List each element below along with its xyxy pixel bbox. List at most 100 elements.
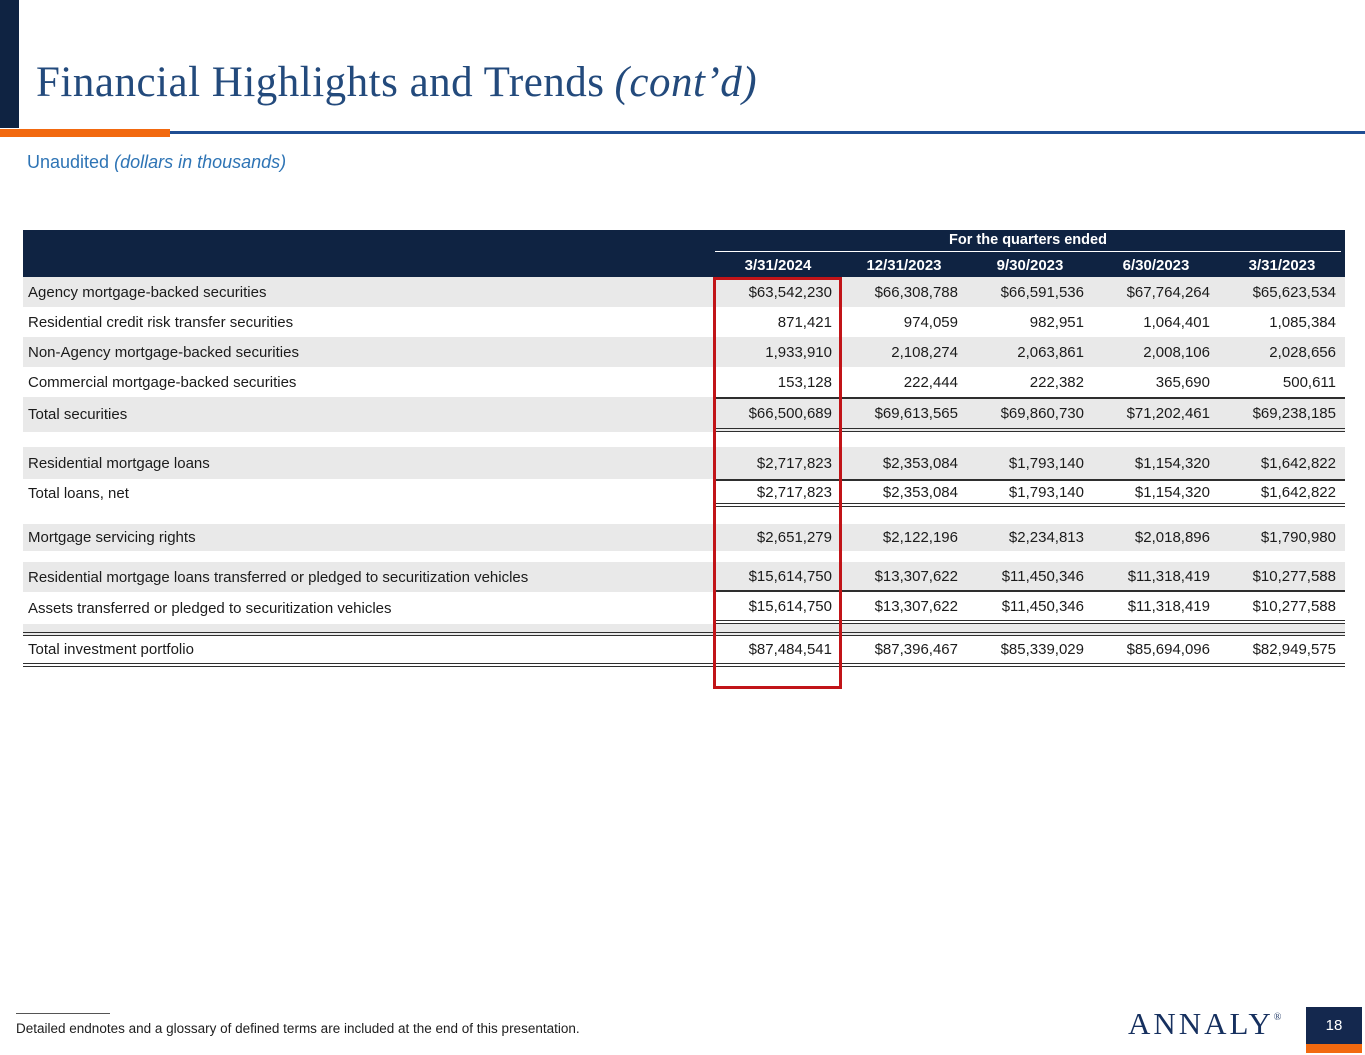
cell-value: 2,008,106: [1093, 344, 1219, 361]
cell-value: $1,154,320: [1093, 484, 1219, 501]
cell-value: $63,542,230: [715, 284, 841, 301]
cell-value: $15,614,750: [715, 598, 841, 615]
row-values: $2,717,823$2,353,084$1,793,140$1,154,320…: [715, 447, 1345, 479]
cell-value: $2,353,084: [841, 484, 967, 501]
table-spacer-row: [23, 507, 1345, 524]
table-row: Non-Agency mortgage-backed securities1,9…: [23, 337, 1345, 367]
row-label: Residential mortgage loans transferred o…: [23, 569, 715, 586]
cell-value: $85,339,029: [967, 641, 1093, 658]
cell-value: $15,614,750: [715, 568, 841, 585]
page-number-accent: [1306, 1044, 1362, 1053]
subtitle: Unaudited (dollars in thousands): [27, 152, 286, 173]
table-spacer-row: [23, 624, 1345, 636]
cell-value: $82,949,575: [1219, 641, 1345, 658]
cell-value: 2,063,861: [967, 344, 1093, 361]
row-values: 871,421974,059982,9511,064,4011,085,384: [715, 307, 1345, 337]
cell-value: $1,793,140: [967, 455, 1093, 472]
cell-value: $11,450,346: [967, 568, 1093, 585]
row-label: Total loans, net: [23, 485, 715, 502]
row-label: Residential mortgage loans: [23, 455, 715, 472]
table-spacer-row: [23, 432, 1345, 447]
cell-value: $87,484,541: [715, 641, 841, 658]
cell-value: $11,450,346: [967, 598, 1093, 615]
page-title: Financial Highlights and Trends(cont’d): [36, 58, 757, 107]
cell-value: $66,591,536: [967, 284, 1093, 301]
annaly-logo: ANNALY®: [1128, 1006, 1281, 1042]
subtitle-note: (dollars in thousands): [114, 152, 286, 172]
cell-value: $71,202,461: [1093, 405, 1219, 422]
cell-value: $66,500,689: [715, 405, 841, 422]
cell-value: 1,064,401: [1093, 314, 1219, 331]
cell-value: $67,764,264: [1093, 284, 1219, 301]
cell-value: $65,623,534: [1219, 284, 1345, 301]
cell-value: $10,277,588: [1219, 598, 1345, 615]
table-body: Agency mortgage-backed securities$63,542…: [23, 277, 1345, 667]
endnote-divider: [16, 1013, 110, 1014]
cell-value: $1,642,822: [1219, 455, 1345, 472]
cell-value: 153,128: [715, 374, 841, 391]
cell-value: 1,085,384: [1219, 314, 1345, 331]
cell-value: $87,396,467: [841, 641, 967, 658]
page-title-suffix: (cont’d): [615, 59, 758, 106]
row-values: $15,614,750$13,307,622$11,450,346$11,318…: [715, 592, 1345, 624]
cell-value: 1,933,910: [715, 344, 841, 361]
cell-value: $69,613,565: [841, 405, 967, 422]
cell-value: $2,122,196: [841, 529, 967, 546]
cell-value: $69,238,185: [1219, 405, 1345, 422]
endnote-text: Detailed endnotes and a glossary of defi…: [16, 1021, 580, 1036]
table-row: Assets transferred or pledged to securit…: [23, 592, 1345, 624]
table-row: Mortgage servicing rights$2,651,279$2,12…: [23, 524, 1345, 551]
cell-value: $11,318,419: [1093, 568, 1219, 585]
cell-value: $2,353,084: [841, 455, 967, 472]
cell-value: $1,793,140: [967, 484, 1093, 501]
row-label: Mortgage servicing rights: [23, 529, 715, 546]
cell-value: 2,028,656: [1219, 344, 1345, 361]
annaly-logo-text: ANNALY: [1128, 1006, 1274, 1041]
row-label: Agency mortgage-backed securities: [23, 284, 715, 301]
cell-value: $2,651,279: [715, 529, 841, 546]
cell-value: 974,059: [841, 314, 967, 331]
cell-value: $1,790,980: [1219, 529, 1345, 546]
cell-value: 222,444: [841, 374, 967, 391]
cell-value: $1,642,822: [1219, 484, 1345, 501]
column-header: 12/31/2023: [841, 257, 967, 274]
table-header: For the quarters ended 3/31/202412/31/20…: [23, 230, 1345, 277]
row-values: $2,717,823$2,353,084$1,793,140$1,154,320…: [715, 479, 1345, 507]
table-header-group-row: For the quarters ended: [23, 230, 1345, 254]
table-row: Commercial mortgage-backed securities153…: [23, 367, 1345, 397]
row-label: Commercial mortgage-backed securities: [23, 374, 715, 391]
column-header: 3/31/2023: [1219, 257, 1345, 274]
subtitle-unaudited: Unaudited: [27, 152, 114, 172]
registered-mark-icon: ®: [1274, 1012, 1282, 1023]
row-label: Residential credit risk transfer securit…: [23, 314, 715, 331]
corner-accent-bar: [0, 0, 19, 128]
cell-value: 871,421: [715, 314, 841, 331]
page-title-main: Financial Highlights and Trends: [36, 59, 605, 106]
table-row: Total loans, net$2,717,823$2,353,084$1,7…: [23, 479, 1345, 507]
table-row: Residential mortgage loans transferred o…: [23, 562, 1345, 592]
cell-value: $10,277,588: [1219, 568, 1345, 585]
table-spacer-row: [23, 551, 1345, 562]
cell-value: 500,611: [1219, 374, 1345, 391]
quarters-group-header: For the quarters ended: [715, 232, 1341, 252]
row-label: Total securities: [23, 406, 715, 423]
cell-value: $69,860,730: [967, 405, 1093, 422]
cell-value: $66,308,788: [841, 284, 967, 301]
cell-value: 222,382: [967, 374, 1093, 391]
cell-value: $13,307,622: [841, 568, 967, 585]
row-label: Total investment portfolio: [23, 641, 715, 658]
orange-rule: [0, 129, 170, 137]
row-values: $2,651,279$2,122,196$2,234,813$2,018,896…: [715, 524, 1345, 551]
financial-table: For the quarters ended 3/31/202412/31/20…: [23, 230, 1345, 667]
cell-value: $13,307,622: [841, 598, 967, 615]
row-label: Non-Agency mortgage-backed securities: [23, 344, 715, 361]
row-values: $87,484,541$87,396,467$85,339,029$85,694…: [715, 636, 1345, 663]
row-label: Assets transferred or pledged to securit…: [23, 600, 715, 617]
table-row: Residential credit risk transfer securit…: [23, 307, 1345, 337]
table-row: Agency mortgage-backed securities$63,542…: [23, 277, 1345, 307]
page-number-badge: 18: [1306, 1007, 1362, 1044]
cell-value: 982,951: [967, 314, 1093, 331]
column-header: 3/31/2024: [715, 257, 841, 274]
table-row: Total investment portfolio$87,484,541$87…: [23, 636, 1345, 667]
cell-value: $1,154,320: [1093, 455, 1219, 472]
